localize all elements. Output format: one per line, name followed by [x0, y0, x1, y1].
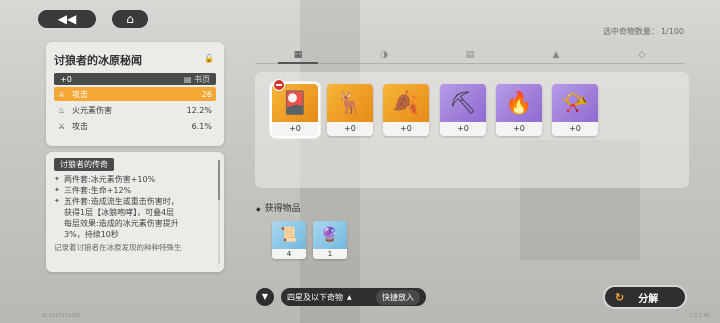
- back-button[interactable]: ◀◀: [36, 8, 98, 30]
- tab-wings[interactable]: ◇: [622, 46, 662, 64]
- caret-up-icon: ▲: [347, 293, 352, 301]
- bonus-text: 三件套:生命+12%: [64, 186, 132, 195]
- sword-icon: ⚔: [58, 121, 66, 131]
- fire-icon: ♨: [58, 105, 66, 115]
- bonus-line-cont: 每层效果:造成的冰元素伤害提升: [64, 219, 179, 228]
- orb-icon: 🔮: [313, 221, 347, 249]
- stat-value: 12.2%: [186, 105, 212, 115]
- pickaxe-icon: ⛏: [440, 84, 486, 122]
- leaf-item-icon: 🍂: [383, 84, 429, 122]
- torch-icon: 🔥: [496, 84, 542, 122]
- home-button[interactable]: ⌂: [110, 8, 150, 30]
- leaf-icon: ◑: [380, 49, 388, 60]
- selected-count: 选中奇物数量： 1/100: [601, 26, 684, 37]
- home-icon: ⌂: [126, 12, 134, 26]
- stat-value: 26: [201, 89, 212, 99]
- scrollbar-thumb[interactable]: [218, 160, 220, 200]
- inventory-slot[interactable]: 🔥 +0: [496, 84, 542, 136]
- slot-level: +0: [440, 122, 486, 136]
- bonus-line-cont: 获得1层【冰狼咆哮】，可叠4层: [64, 208, 175, 217]
- paper-icon: 📜: [272, 221, 306, 249]
- inventory-slot[interactable]: 🍂 +0: [383, 84, 429, 136]
- book-count: ▤ 书页: [183, 74, 210, 84]
- stat-row: ♨ 火元素伤害 12.2%: [54, 103, 216, 117]
- inventory-slot[interactable]: ⛏ +0: [440, 84, 486, 136]
- category-tabs: ▦ ◑ ▤ ▲ ◇: [255, 46, 685, 64]
- obtained-title: ◆ 获得物品: [256, 201, 301, 214]
- stat-row: ⚔ 攻击 6.1%: [54, 119, 216, 133]
- remove-icon[interactable]: [273, 79, 285, 91]
- sword-icon: ⚔: [58, 89, 66, 99]
- decompose-label: 分解: [638, 293, 659, 305]
- stat-name: 攻击: [72, 89, 88, 99]
- stat-name: 攻击: [72, 121, 88, 131]
- selected-count-label: 选中奇物数量：: [602, 27, 659, 36]
- slot-level: +0: [496, 122, 542, 136]
- bonus-text: 五件套:造成流生或重击伤害时，: [64, 197, 179, 206]
- slot-level: +0: [272, 122, 318, 136]
- wings-icon: ◇: [638, 49, 646, 60]
- decompose-button[interactable]: ↻ 分解: [603, 285, 687, 309]
- lock-icon[interactable]: 🔓: [204, 54, 214, 63]
- back-arrow-icon: ◀◀: [57, 12, 77, 26]
- bonus-line: ✦ 两件套:冰元素伤害+10%: [54, 174, 216, 185]
- version-text: 1.0.1.46: [689, 313, 710, 319]
- uid-text: ID:1017711003: [42, 313, 81, 319]
- rarity-select[interactable]: 四星及以下奇物 ▲: [287, 292, 372, 303]
- bonus-line-cont: 3%，持续10秒: [64, 230, 119, 239]
- book-icon: ▤: [465, 49, 475, 60]
- slot-level: +0: [383, 122, 429, 136]
- tab-book[interactable]: ▤: [450, 46, 490, 64]
- antler-icon: 🦌: [327, 84, 373, 122]
- filter-button[interactable]: ▼: [256, 288, 274, 306]
- bonus-line: ✦ 五件套:造成流生或重击伤害时，: [54, 196, 216, 207]
- inventory-slot[interactable]: 🦌 +0: [327, 84, 373, 136]
- set-bonus-panel[interactable]: 讨狼者的传奇 ✦ 两件套:冰元素伤害+10% ✦ 三件套:生命+12% ✦ 五件…: [46, 152, 224, 272]
- set-level: +0: [60, 74, 72, 84]
- slot-level: +0: [327, 122, 373, 136]
- bullet-icon: ✦: [54, 197, 60, 205]
- selected-count-value: 1/100: [660, 27, 684, 36]
- bullet-icon: ✦: [54, 186, 60, 194]
- inventory-slot[interactable]: 🎴 +0: [270, 82, 320, 138]
- bottom-bar: 四星及以下奇物 ▲ 快捷放入: [281, 288, 426, 306]
- inventory-slot[interactable]: 📯 +0: [552, 84, 598, 136]
- obtained-slot[interactable]: 📜 4: [272, 221, 306, 259]
- tab-all[interactable]: ▦: [278, 46, 318, 64]
- set-title: 讨狼者的冰原秘闻: [54, 54, 142, 67]
- stat-value: 6.1%: [191, 121, 212, 131]
- slot-level: +0: [552, 122, 598, 136]
- set-info-panel: 讨狼者的冰原秘闻 🔓 +0 ▤ 书页 ⚔ 攻击 26 ♨ 火元素伤害 12.2%…: [46, 42, 224, 146]
- grid-icon: ▦: [293, 49, 303, 60]
- stat-name: 火元素伤害: [72, 105, 112, 115]
- tab-flame[interactable]: ▲: [536, 46, 576, 64]
- bonus-line: ✦ 三件套:生命+12%: [54, 185, 216, 196]
- set-level-row: +0 ▤ 书页: [54, 73, 216, 85]
- legend-header: 讨狼者的传奇: [54, 158, 114, 171]
- book-label: 书页: [194, 74, 210, 84]
- decompose-icon: ↻: [615, 290, 625, 304]
- bullet-icon: ✦: [54, 175, 60, 183]
- tab-nature[interactable]: ◑: [364, 46, 404, 64]
- horn-icon: 📯: [552, 84, 598, 122]
- bonus-text: 两件套:冰元素伤害+10%: [64, 175, 156, 184]
- flame-icon: ▲: [552, 49, 560, 60]
- lore-text: 记录着讨狼者在冰原发现的种种特殊生: [54, 243, 182, 252]
- obtained-title-text: 获得物品: [264, 204, 301, 214]
- rarity-select-label: 四星及以下奇物: [287, 292, 343, 302]
- obtained-count: 4: [272, 249, 306, 259]
- filter-icon: ▼: [261, 292, 269, 301]
- quick-add-button[interactable]: 快捷放入: [376, 289, 420, 305]
- quick-add-label: 快捷放入: [382, 292, 414, 302]
- diamond-bullet-icon: ◆: [256, 206, 261, 213]
- obtained-slot[interactable]: 🔮 1: [313, 221, 347, 259]
- stat-row-main: ⚔ 攻击 26: [54, 87, 216, 101]
- obtained-count: 1: [313, 249, 347, 259]
